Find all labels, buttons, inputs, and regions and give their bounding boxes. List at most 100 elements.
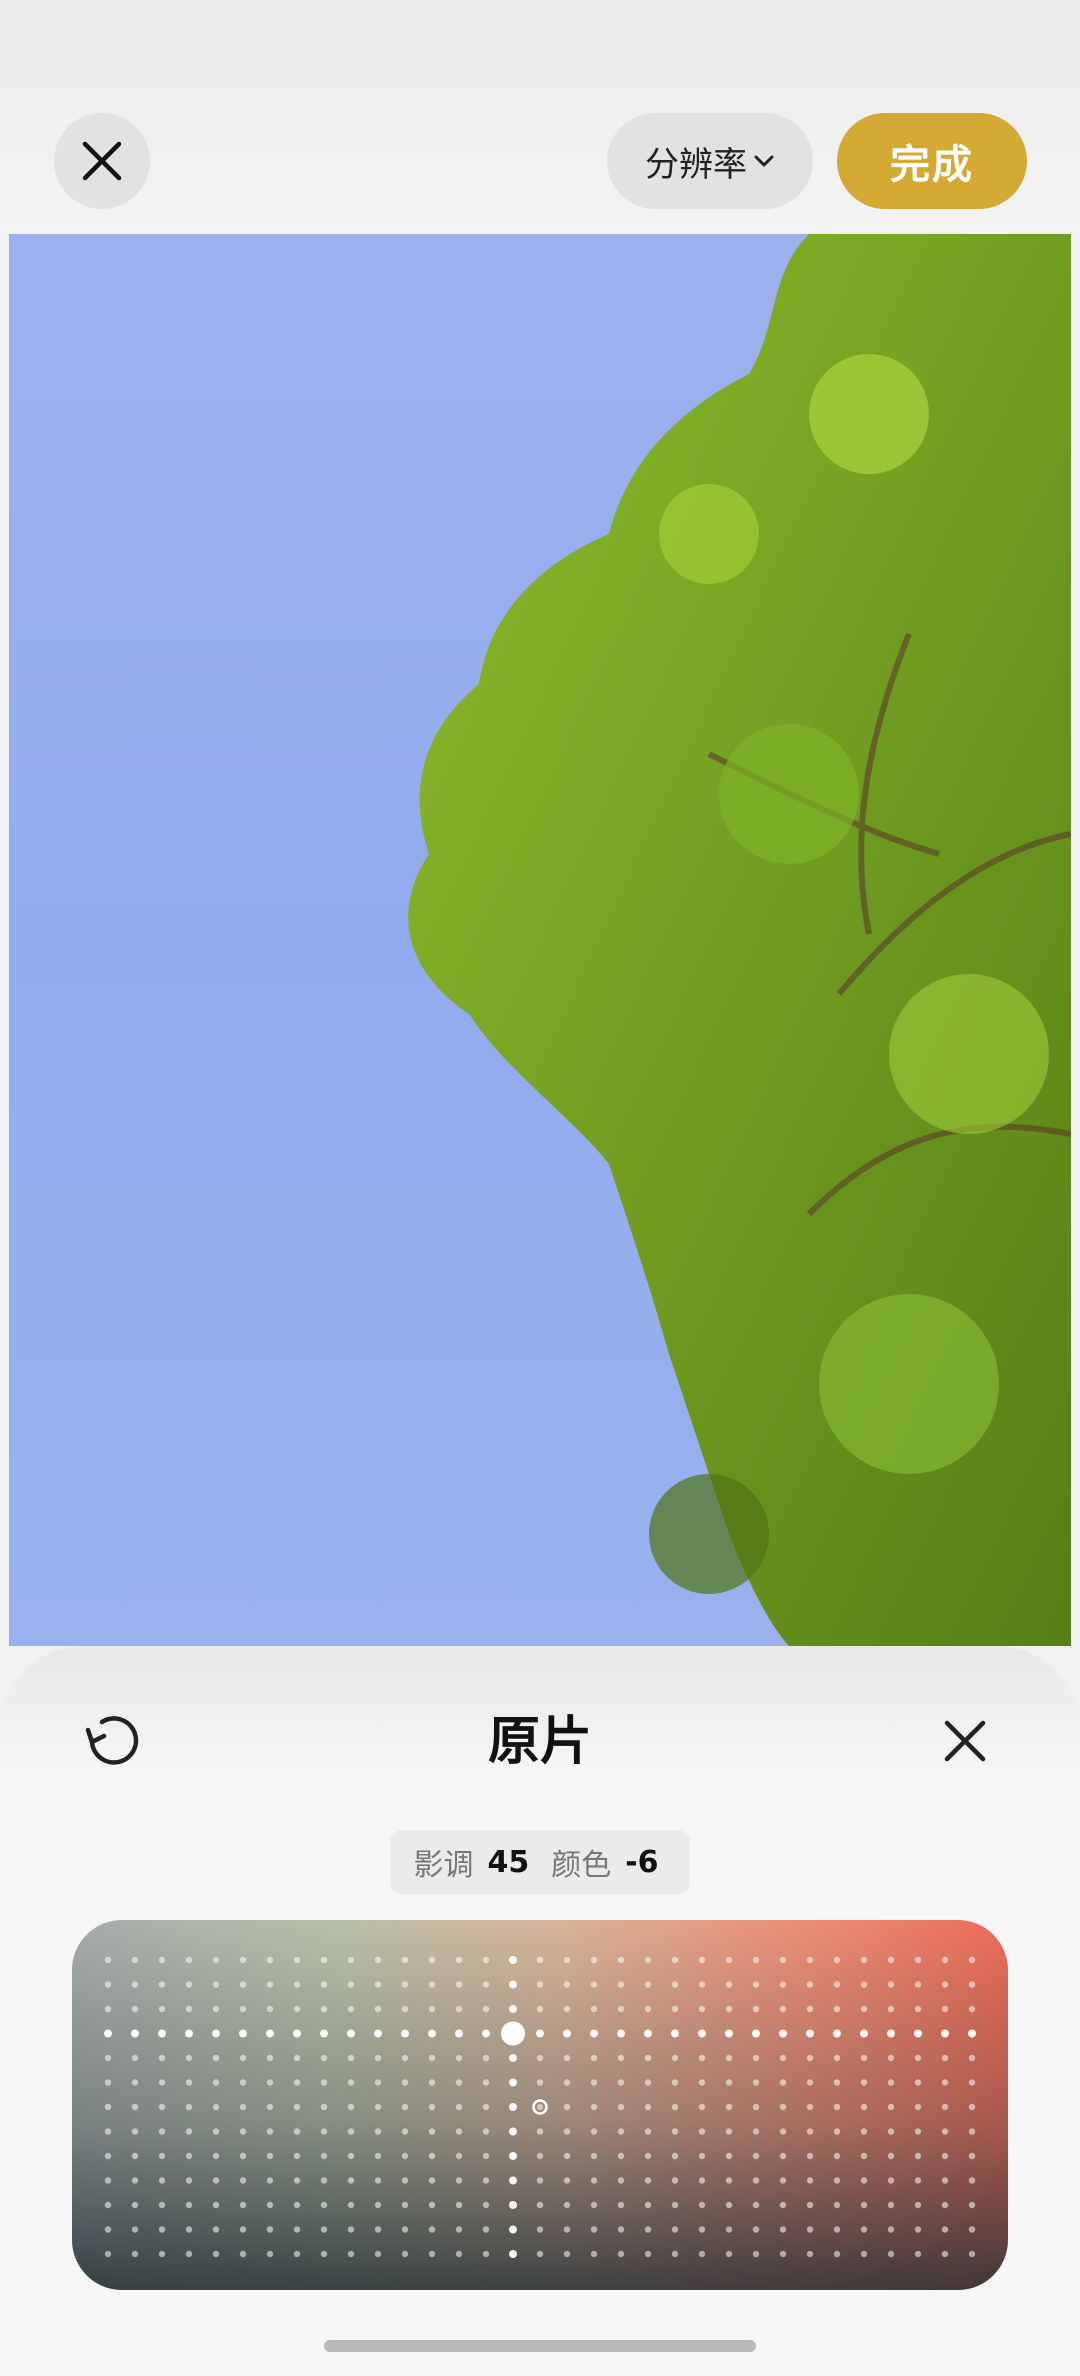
grid-dot — [590, 2250, 598, 2258]
grid-dot — [779, 2128, 787, 2135]
done-button[interactable]: 完成 — [837, 113, 1027, 209]
tone-color-readout: 影调 45 颜色 -6 — [390, 1830, 690, 1894]
grid-dot — [941, 2201, 949, 2209]
grid-dot — [914, 2005, 922, 2013]
grid-dot — [401, 2005, 409, 2013]
grid-dot — [536, 2128, 544, 2135]
grid-dot — [509, 1980, 517, 1989]
grid-dot — [293, 2079, 301, 2086]
grid-dot — [509, 2152, 517, 2160]
grid-dot — [590, 2029, 598, 2038]
grid-dot — [941, 2152, 949, 2160]
grid-dot — [752, 2005, 760, 2013]
grid-dot — [536, 2103, 544, 2111]
grid-dot — [617, 1981, 625, 1988]
grid-dot — [239, 2054, 247, 2062]
grid-dot — [239, 2177, 247, 2184]
grid-dot — [347, 2005, 355, 2013]
grid-dot — [941, 2226, 949, 2233]
tone-label: 影调 — [413, 1848, 474, 1883]
panel-close-button[interactable] — [930, 1706, 1000, 1776]
grid-dot — [617, 2226, 625, 2233]
grid-dot — [725, 2250, 733, 2258]
grid-dot — [590, 2128, 598, 2135]
grid-dot — [941, 2177, 949, 2184]
grid-dot — [131, 2152, 139, 2160]
grid-dot — [914, 2079, 922, 2086]
grid-dot — [698, 2152, 706, 2160]
close-button[interactable] — [54, 113, 150, 209]
grid-dot — [752, 2177, 760, 2184]
grid-dot — [671, 2250, 679, 2258]
grid-dot — [752, 2103, 760, 2111]
grid-dot — [968, 2152, 976, 2160]
grid-dot — [833, 2103, 841, 2111]
grid-dot — [212, 1956, 220, 1964]
grid-dot — [320, 2054, 328, 2062]
grid-dot — [509, 2250, 517, 2258]
grid-dot — [401, 2079, 409, 2086]
grid-dot — [374, 1981, 382, 1988]
grid-dot — [887, 2177, 895, 2184]
grid-dot — [401, 2128, 409, 2135]
grid-dot — [239, 2079, 247, 2086]
resolution-button[interactable]: 分辨率 — [607, 113, 813, 209]
grid-dot — [617, 2128, 625, 2135]
grid-dot — [185, 2079, 193, 2086]
grid-dot — [806, 1981, 814, 1988]
grid-dot — [347, 1981, 355, 1988]
grid-dot — [779, 1956, 787, 1964]
grid-dot — [293, 2201, 301, 2209]
grid-dot — [860, 2226, 868, 2233]
grid-dot — [671, 2054, 679, 2062]
grid-dot — [698, 2250, 706, 2258]
grid-dot — [914, 2029, 922, 2038]
grid-dot — [941, 2079, 949, 2086]
undo-icon — [85, 1716, 139, 1765]
undo-button[interactable] — [78, 1706, 148, 1776]
grid-dot — [428, 2152, 436, 2160]
grid-dot — [779, 2103, 787, 2111]
grid-dot — [968, 1981, 976, 1988]
grid-dot — [158, 2177, 166, 2184]
grid-dot — [158, 2005, 166, 2013]
grid-dot — [185, 2201, 193, 2209]
grid-dot — [644, 2054, 652, 2062]
grid-dot — [509, 1956, 517, 1964]
grid-dot — [887, 2201, 895, 2209]
grid-dot — [968, 2005, 976, 2013]
grid-dot — [131, 2054, 139, 2062]
grid-dot — [185, 2152, 193, 2160]
grid-dot — [725, 2079, 733, 2086]
grid-dot — [293, 1981, 301, 1988]
grid-dot — [968, 2128, 976, 2135]
grid-dot — [158, 2226, 166, 2233]
grid-dot — [941, 1956, 949, 1964]
grid-dot — [158, 2128, 166, 2135]
grid-dot — [860, 2250, 868, 2258]
grid-dot — [401, 2152, 409, 2160]
grid-dot — [185, 2103, 193, 2111]
grid-dot — [860, 2005, 868, 2013]
grid-dot — [104, 2103, 112, 2111]
grid-dot — [482, 2054, 490, 2062]
selection-handle[interactable] — [501, 2021, 525, 2046]
grid-dot — [131, 2103, 139, 2111]
grid-dot — [374, 2250, 382, 2258]
grid-dot — [563, 2079, 571, 2086]
grid-dot — [941, 2029, 949, 2038]
grid-dot — [914, 1956, 922, 1964]
grid-dot — [482, 2079, 490, 2086]
grid-dot — [266, 2152, 274, 2160]
grid-dot — [752, 2054, 760, 2062]
resolution-label: 分辨率 — [645, 144, 747, 185]
grid-dot — [644, 2128, 652, 2135]
grid-dot — [509, 2054, 517, 2062]
grid-dot — [779, 2226, 787, 2233]
grid-dot — [914, 2250, 922, 2258]
grid-dot — [617, 2177, 625, 2184]
grid-dot — [833, 2128, 841, 2135]
grid-dot — [536, 2250, 544, 2258]
tone-color-pad[interactable] — [72, 1920, 1008, 2290]
grid-dot — [293, 2177, 301, 2184]
